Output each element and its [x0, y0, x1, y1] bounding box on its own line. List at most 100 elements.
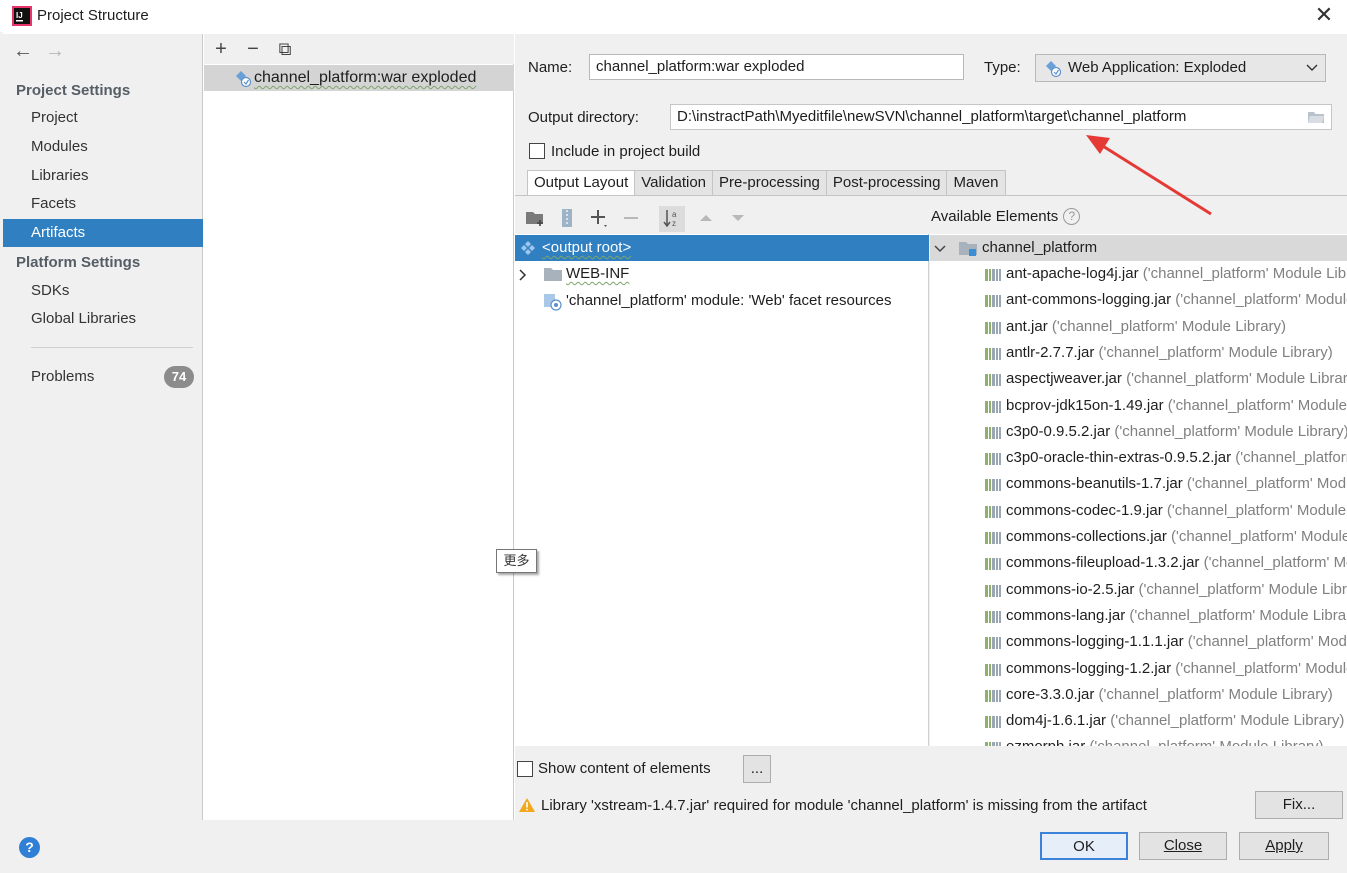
output-directory-field[interactable]: D:\instractPath\Myeditfile\newSVN\channe…: [670, 104, 1332, 130]
type-value: Web Application: Exploded: [1068, 59, 1247, 76]
jar-library-note: ('channel_platform' Module Library): [1187, 633, 1347, 651]
sidebar-item-modules[interactable]: Modules: [3, 133, 203, 161]
jar-name: ant.jar: [1006, 317, 1048, 335]
jar-name: ant-commons-logging.jar: [1006, 291, 1172, 309]
jar-library-note: ('channel_platform' Module Library): [1125, 606, 1347, 624]
browse-folder-icon[interactable]: [1307, 110, 1325, 124]
available-jar-item[interactable]: commons-collections.jar ('channel_platfo…: [930, 524, 1347, 550]
available-jar-item[interactable]: ant.jar ('channel_platform' Module Libra…: [930, 314, 1347, 340]
jar-name: antlr-2.7.7.jar: [1006, 343, 1095, 361]
jar-library-note: ('channel_platform' Module Library): [1175, 659, 1347, 677]
available-jar-item[interactable]: commons-fileupload-1.3.2.jar ('channel_p…: [930, 550, 1347, 576]
platform-settings-header: Platform Settings: [16, 254, 141, 271]
help-button[interactable]: ?: [19, 837, 40, 858]
sidebar-item-artifacts[interactable]: Artifacts: [3, 219, 203, 247]
tab-post-processing[interactable]: Post-processing: [825, 170, 948, 196]
available-jar-item[interactable]: ant-apache-log4j.jar ('channel_platform'…: [930, 261, 1347, 287]
apply-button[interactable]: Apply: [1239, 832, 1329, 860]
jar-library-note: ('channel_platform' Module Library): [1110, 422, 1347, 440]
ok-button[interactable]: OK: [1040, 832, 1128, 860]
available-jar-item[interactable]: c3p0-0.9.5.2.jar ('channel_platform' Mod…: [930, 419, 1347, 445]
new-directory-icon[interactable]: [523, 206, 547, 230]
move-up-icon[interactable]: [694, 206, 718, 230]
chevron-down-icon[interactable]: [934, 244, 946, 254]
create-archive-icon[interactable]: [555, 206, 579, 230]
available-jar-item[interactable]: commons-beanutils-1.7.jar ('channel_plat…: [930, 471, 1347, 497]
forward-arrow-icon[interactable]: →: [45, 40, 67, 63]
library-jar-icon: [985, 584, 1001, 597]
tree-node-web-facet-resources[interactable]: 'channel_platform' module: 'Web' facet r…: [515, 288, 929, 314]
tab-validation[interactable]: Validation: [634, 170, 714, 196]
available-root-label: channel_platform: [982, 239, 1098, 256]
jar-name: commons-logging-1.2.jar: [1006, 659, 1172, 677]
remove-element-icon[interactable]: [619, 206, 643, 230]
jar-name: commons-codec-1.9.jar: [1006, 501, 1163, 519]
add-element-icon[interactable]: [587, 206, 611, 230]
artifacts-toolbar: + − ⧉: [204, 34, 514, 64]
fix-button[interactable]: Fix...: [1255, 791, 1343, 819]
available-jar-item[interactable]: commons-codec-1.9.jar ('channel_platform…: [930, 498, 1347, 524]
output-directory-value: D:\instractPath\Myeditfile\newSVN\channe…: [677, 108, 1187, 125]
sort-alphabetically-icon[interactable]: a z: [660, 206, 684, 230]
library-jar-icon: [985, 479, 1001, 492]
sidebar-item-sdks[interactable]: SDKs: [3, 277, 203, 305]
jar-library-note: ('channel_platform' Module Library): [1121, 370, 1347, 388]
available-jar-item[interactable]: dom4j-1.6.1.jar ('channel_platform' Modu…: [930, 708, 1347, 734]
available-root-node[interactable]: channel_platform: [930, 235, 1347, 261]
artifacts-list-panel: + − ⧉ channel_platform:war exploded: [204, 34, 514, 820]
artifact-list-item[interactable]: channel_platform:war exploded: [204, 65, 514, 91]
tab-pre-processing[interactable]: Pre-processing: [712, 170, 827, 196]
jar-name: commons-collections.jar: [1006, 528, 1167, 545]
available-jar-item[interactable]: commons-logging-1.2.jar ('channel_platfo…: [930, 656, 1347, 682]
close-button[interactable]: Close: [1139, 832, 1227, 860]
output-layout-toolbar: a z: [515, 204, 929, 234]
available-jar-item[interactable]: c3p0-oracle-thin-extras-0.9.5.2.jar ('ch…: [930, 445, 1347, 471]
tree-node-web-inf[interactable]: WEB-INF: [515, 261, 929, 287]
jar-name: commons-fileupload-1.3.2.jar: [1006, 554, 1200, 572]
tab-output-layout[interactable]: Output Layout: [527, 170, 636, 196]
name-field[interactable]: channel_platform:war exploded: [589, 54, 964, 80]
jar-library-note: ('channel_platform' Module Library): [1138, 580, 1347, 598]
available-jar-item[interactable]: ant-commons-logging.jar ('channel_platfo…: [930, 287, 1347, 313]
available-jar-item[interactable]: bcprov-jdk15on-1.49.jar ('channel_platfo…: [930, 393, 1347, 419]
add-artifact-button[interactable]: +: [208, 36, 234, 62]
type-select[interactable]: Web Application: Exploded: [1035, 54, 1326, 82]
tab-maven[interactable]: Maven: [946, 170, 1006, 196]
library-jar-icon: [985, 610, 1001, 623]
sidebar-item-libraries[interactable]: Libraries: [3, 162, 203, 190]
available-elements-tree: channel_platform ant-apache-log4j.jar ('…: [930, 234, 1347, 746]
web-facet-resources-icon: [544, 294, 562, 311]
sidebar-item-facets[interactable]: Facets: [3, 190, 203, 218]
library-jar-icon: [985, 453, 1001, 466]
name-label: Name:: [528, 59, 573, 76]
move-down-icon[interactable]: [726, 206, 750, 230]
available-jar-item[interactable]: commons-lang.jar ('channel_platform' Mod…: [930, 603, 1347, 629]
back-arrow-icon[interactable]: ←: [13, 40, 35, 63]
svg-text:IJ: IJ: [16, 11, 23, 20]
jar-name: c3p0-oracle-thin-extras-0.9.5.2.jar: [1006, 449, 1232, 467]
sidebar-item-global-libraries[interactable]: Global Libraries: [3, 305, 203, 333]
jar-library-note: ('channel_platform' Module Library): [1106, 712, 1345, 730]
chevron-right-icon[interactable]: [518, 269, 528, 281]
help-icon[interactable]: ?: [1063, 208, 1081, 225]
available-jar-item[interactable]: ezmorph.jar ('channel_platform' Module L…: [930, 734, 1347, 746]
sidebar-item-project[interactable]: Project: [3, 104, 203, 132]
scrollbar-thumb[interactable]: [1332, 235, 1347, 261]
close-window-button[interactable]: ✕: [1310, 3, 1338, 29]
show-content-label: Show content of elements: [538, 760, 711, 777]
sidebar-divider: [31, 347, 193, 348]
available-jar-item[interactable]: commons-logging-1.1.1.jar ('channel_plat…: [930, 629, 1347, 655]
show-content-options-button[interactable]: ...: [743, 755, 771, 783]
copy-artifact-icon[interactable]: ⧉: [272, 36, 298, 62]
tree-node-output-root[interactable]: <output root>: [515, 235, 929, 261]
settings-sidebar: ← → Project Settings Project Modules Lib…: [3, 34, 203, 820]
library-jar-icon: [985, 558, 1001, 571]
include-in-build-checkbox[interactable]: [529, 143, 545, 159]
remove-artifact-button[interactable]: −: [240, 36, 266, 62]
show-content-checkbox[interactable]: [517, 761, 533, 777]
jar-name: core-3.3.0.jar: [1006, 685, 1095, 703]
available-jar-item[interactable]: commons-io-2.5.jar ('channel_platform' M…: [930, 577, 1347, 603]
available-jar-item[interactable]: core-3.3.0.jar ('channel_platform' Modul…: [930, 682, 1347, 708]
available-jar-item[interactable]: aspectjweaver.jar ('channel_platform' Mo…: [930, 366, 1347, 392]
available-jar-item[interactable]: antlr-2.7.7.jar ('channel_platform' Modu…: [930, 340, 1347, 366]
